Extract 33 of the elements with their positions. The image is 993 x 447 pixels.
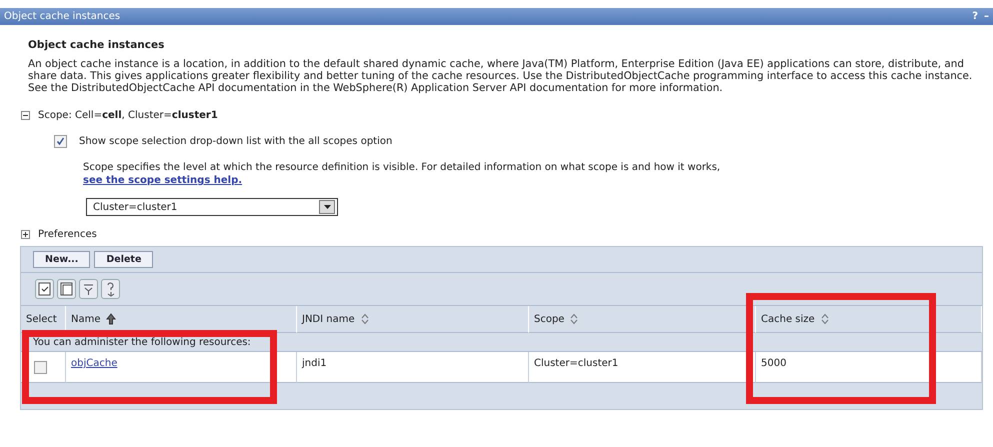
- toolbar-button[interactable]: Delete: [94, 251, 154, 268]
- scope-dropdown[interactable]: Cluster=cluster1: [86, 198, 338, 216]
- scope-help-text: Scope specifies the level at which the resource definition is visible. For detailed information on what scope is and how it works, see the scope settings help.: [83, 161, 722, 187]
- select-all-icon[interactable]: [35, 279, 54, 299]
- sort-ascending-icon[interactable]: [106, 313, 116, 325]
- column-header[interactable]: JNDI name: [297, 306, 529, 333]
- sort-icon[interactable]: [569, 313, 580, 325]
- table-cell: 5000: [761, 358, 786, 369]
- filter-help-icon[interactable]: [101, 279, 120, 299]
- collapse-icon[interactable]: [21, 111, 30, 120]
- preferences-label: Preferences: [38, 229, 97, 240]
- table-cell: jndi1: [302, 358, 327, 369]
- window-title: Object cache instances: [4, 11, 122, 22]
- scope-help-link[interactable]: see the scope settings help.: [83, 175, 242, 186]
- sort-icon[interactable]: [360, 313, 370, 325]
- scope-label: Scope: Cell=cell, Cluster=cluster1: [38, 110, 218, 121]
- column-header[interactable]: Scope: [529, 306, 756, 333]
- column-header[interactable]: Select: [21, 306, 66, 333]
- column-header[interactable]: Name: [66, 306, 297, 333]
- row-checkbox[interactable]: [34, 361, 47, 374]
- resource-link[interactable]: objCache: [71, 358, 118, 369]
- deselect-all-icon[interactable]: [57, 279, 76, 299]
- filter-icon[interactable]: [79, 279, 98, 299]
- checkbox-label: Show scope selection drop-down list with the all scopes option: [79, 136, 392, 147]
- description-text: An object cache instance is a location, in addition to the default shared dynamic cache, where Java(TM) Platform, Enterprise Edition (Java EE) applications can store, distribute, and share data. This gives applications greater flexibility and better tuning of the cache resources. Use the DistributedObjectCache programming interface to access this cache instance. See the DistributedObjectCache API documentation in the WebSphere(R) Application Server API documentation for more information.: [28, 58, 974, 94]
- checkbox[interactable]: [54, 135, 67, 148]
- toolbar-button[interactable]: New...: [33, 251, 90, 268]
- section-heading: Object cache instances: [28, 39, 166, 51]
- column-header[interactable]: Cache size: [756, 306, 982, 333]
- expand-icon[interactable]: [21, 230, 30, 239]
- table-cell: Cluster=cluster1: [534, 358, 618, 369]
- caret-icon: [324, 205, 330, 209]
- sort-icon[interactable]: [820, 313, 830, 325]
